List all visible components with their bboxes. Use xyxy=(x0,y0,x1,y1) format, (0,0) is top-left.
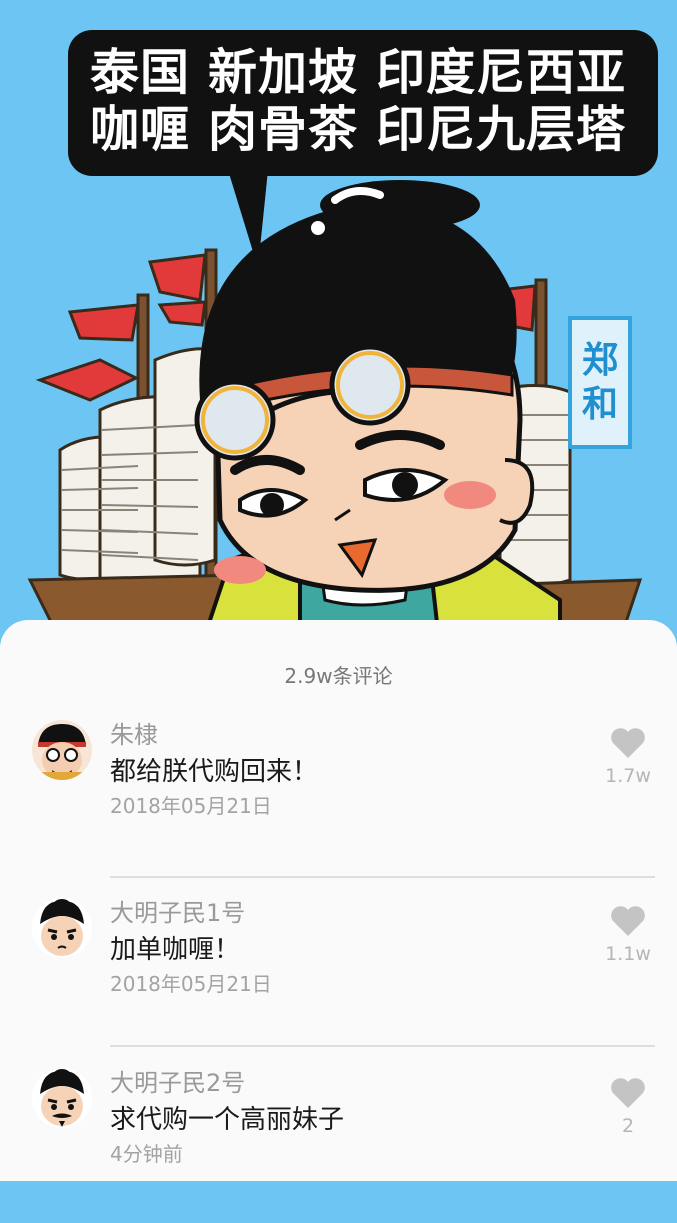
like-count: 1.7w xyxy=(605,765,651,787)
like-button[interactable]: 2 xyxy=(596,1077,660,1137)
comment-item: 大明子民1号 加单咖喱！ 2018年05月21日 1.1w xyxy=(0,893,677,1053)
comment-text: 求代购一个高丽妹子 xyxy=(110,1105,345,1135)
like-button[interactable]: 1.7w xyxy=(596,727,660,787)
comment-username[interactable]: 大明子民1号 xyxy=(110,893,245,928)
comment-username[interactable]: 大明子民2号 xyxy=(110,1063,245,1098)
name-tag-char-1: 郑 xyxy=(581,339,618,381)
comment-item: 朱棣 都给朕代购回来！ 2018年05月21日 1.7w xyxy=(0,715,677,875)
like-count: 2 xyxy=(621,1115,635,1137)
hero-illustration: 泰国 新加坡 印度尼西亚 咖喱 肉骨茶 印尼九层塔 郑 和 xyxy=(0,0,677,650)
comment-date: 4分钟前 xyxy=(110,1142,183,1166)
name-tag-char-2: 和 xyxy=(581,383,618,425)
like-button[interactable]: 1.1w xyxy=(596,905,660,965)
heart-icon xyxy=(611,906,645,936)
heart-icon xyxy=(611,1078,645,1108)
name-tag: 郑 和 xyxy=(568,316,632,449)
comment-date: 2018年05月21日 xyxy=(110,972,272,996)
comment-text: 都给朕代购回来！ xyxy=(110,757,319,787)
bearded-citizen-avatar-icon[interactable] xyxy=(32,1068,92,1128)
comment-text: 加单咖喱！ xyxy=(110,935,241,965)
comment-date: 2018年05月21日 xyxy=(110,794,272,818)
comment-username[interactable]: 朱棣 xyxy=(110,715,158,750)
heart-icon xyxy=(611,728,645,758)
like-count: 1.1w xyxy=(605,943,651,965)
comment-item: 大明子民2号 求代购一个高丽妹子 4分钟前 2 xyxy=(0,1063,677,1223)
speech-bubble: 泰国 新加坡 印度尼西亚 咖喱 肉骨茶 印尼九层塔 xyxy=(68,30,658,176)
citizen-avatar-icon[interactable] xyxy=(32,898,92,958)
emperor-avatar-icon[interactable] xyxy=(32,720,92,780)
speech-line-2: 咖喱 肉骨茶 印尼九层塔 xyxy=(90,101,627,158)
divider xyxy=(110,1045,655,1047)
comments-sheet: 2.9w条评论 朱棣 都给朕代购回来！ 2018年05月21日 1.7w 大明子… xyxy=(0,620,677,1181)
speech-line-1: 泰国 新加坡 印度尼西亚 xyxy=(90,44,627,101)
divider xyxy=(110,876,655,878)
comment-count: 2.9w条评论 xyxy=(284,664,393,688)
